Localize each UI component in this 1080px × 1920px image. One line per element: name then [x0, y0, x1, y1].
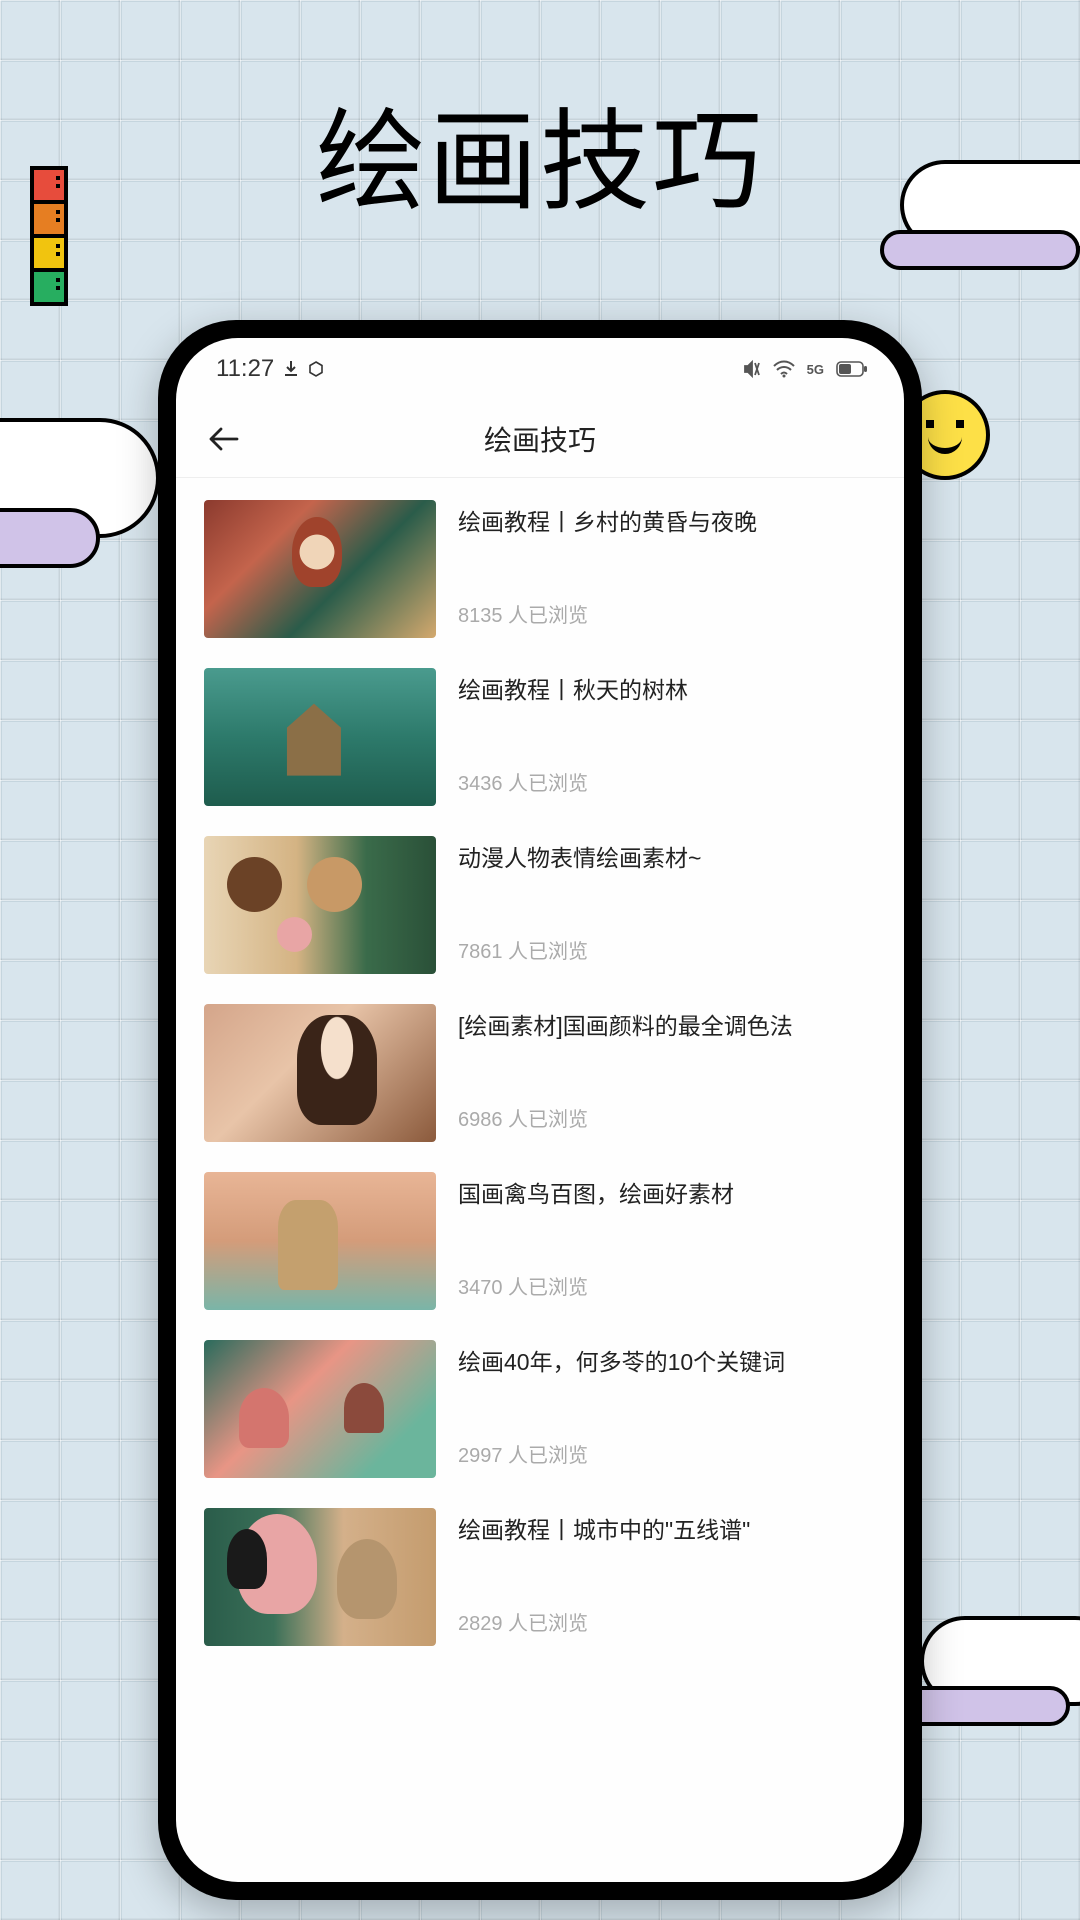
article-thumbnail	[204, 1508, 436, 1646]
article-title: [绘画素材]国画颜料的最全调色法	[458, 1010, 876, 1042]
article-views: 2997 人已浏览	[458, 1439, 876, 1468]
list-item[interactable]: [绘画素材]国画颜料的最全调色法 6986 人已浏览	[204, 1004, 876, 1142]
pixel-block-green	[30, 268, 68, 306]
hexagon-icon	[308, 361, 324, 377]
article-title: 国画禽鸟百图，绘画好素材	[458, 1178, 876, 1210]
article-thumbnail	[204, 1340, 436, 1478]
status-time: 11:27	[216, 355, 274, 383]
pixel-block-stack	[30, 166, 68, 302]
pixel-block-red	[30, 166, 68, 204]
phone-screen: 11:27 5G	[176, 338, 904, 1882]
list-item[interactable]: 绘画教程丨乡村的黄昏与夜晚 8135 人已浏览	[204, 500, 876, 638]
article-title: 动漫人物表情绘画素材~	[458, 842, 876, 874]
article-views: 6986 人已浏览	[458, 1103, 876, 1132]
article-views: 2829 人已浏览	[458, 1607, 876, 1636]
battery-icon	[836, 361, 868, 377]
network-label: 5G	[807, 362, 824, 377]
article-views: 3436 人已浏览	[458, 767, 876, 796]
article-thumbnail	[204, 500, 436, 638]
list-item[interactable]: 动漫人物表情绘画素材~ 7861 人已浏览	[204, 836, 876, 974]
list-item[interactable]: 绘画40年，何多苓的10个关键词 2997 人已浏览	[204, 1340, 876, 1478]
article-title: 绘画教程丨秋天的树林	[458, 674, 876, 706]
phone-frame: 11:27 5G	[158, 320, 922, 1900]
list-item[interactable]: 绘画教程丨城市中的"五线谱" 2829 人已浏览	[204, 1508, 876, 1646]
mute-icon	[741, 359, 761, 379]
pixel-block-orange	[30, 200, 68, 238]
article-title: 绘画40年，何多苓的10个关键词	[458, 1346, 876, 1378]
wifi-icon	[773, 360, 795, 378]
cloud-decoration	[880, 160, 1080, 300]
article-views: 8135 人已浏览	[458, 599, 876, 628]
article-list[interactable]: 绘画教程丨乡村的黄昏与夜晚 8135 人已浏览绘画教程丨秋天的树林 3436 人已浏…	[176, 478, 904, 1882]
article-thumbnail	[204, 1004, 436, 1142]
download-icon	[284, 361, 298, 377]
article-title: 绘画教程丨乡村的黄昏与夜晚	[458, 506, 876, 538]
nav-title: 绘画技巧	[176, 419, 904, 459]
article-title: 绘画教程丨城市中的"五线谱"	[458, 1514, 876, 1546]
back-button[interactable]	[204, 419, 244, 459]
status-bar: 11:27 5G	[176, 338, 904, 400]
article-thumbnail	[204, 836, 436, 974]
cloud-decoration	[900, 1616, 1080, 1756]
list-item[interactable]: 绘画教程丨秋天的树林 3436 人已浏览	[204, 668, 876, 806]
article-views: 3470 人已浏览	[458, 1271, 876, 1300]
pixel-block-yellow	[30, 234, 68, 272]
nav-bar: 绘画技巧	[176, 400, 904, 478]
article-thumbnail	[204, 1172, 436, 1310]
article-thumbnail	[204, 668, 436, 806]
list-item[interactable]: 国画禽鸟百图，绘画好素材 3470 人已浏览	[204, 1172, 876, 1310]
article-views: 7861 人已浏览	[458, 935, 876, 964]
